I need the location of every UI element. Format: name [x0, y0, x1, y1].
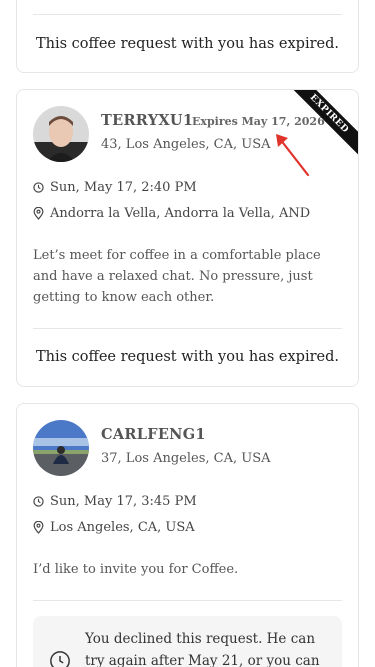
user-meta: 43, Los Angeles, CA, USA: [101, 137, 271, 152]
card-divider: [33, 14, 342, 15]
user-meta: 37, Los Angeles, CA, USA: [101, 451, 271, 466]
card-divider: [33, 600, 342, 601]
location-pin-icon: [33, 521, 44, 534]
avatar[interactable]: [33, 420, 89, 476]
clock-icon: [33, 182, 44, 193]
request-card-expired-1: This coffee request with you has expired…: [16, 0, 359, 73]
meeting-time: Sun, May 17, 2:40 PM: [33, 180, 197, 195]
clock-icon: [33, 496, 44, 507]
meeting-location-label: Andorra la Vella, Andorra la Vella, AND: [50, 206, 311, 221]
username[interactable]: TERRYXU1: [101, 112, 193, 129]
meeting-location-label: Los Angeles, CA, USA: [50, 520, 195, 535]
meeting-location: Los Angeles, CA, USA: [33, 520, 195, 535]
card-divider: [33, 328, 342, 329]
declined-text: You declined this request. He can try ag…: [85, 631, 320, 667]
location-pin-icon: [33, 207, 44, 220]
request-card-carlfeng1[interactable]: CARLFENG1 37, Los Angeles, CA, USA Sun, …: [16, 403, 359, 667]
meeting-time-label: Sun, May 17, 2:40 PM: [50, 180, 197, 195]
request-description: I’d like to invite you for Coffee.: [33, 562, 239, 577]
clock-icon: [50, 651, 70, 667]
username[interactable]: CARLFENG1: [101, 426, 206, 443]
meeting-time: Sun, May 17, 3:45 PM: [33, 494, 197, 509]
avatar[interactable]: [33, 106, 89, 162]
meeting-location: Andorra la Vella, Andorra la Vella, AND: [33, 206, 310, 221]
request-description: Let’s meet for coffee in a comfortable p…: [33, 248, 321, 305]
expired-note: This coffee request with you has expired…: [35, 349, 340, 365]
declined-notice: You declined this request. He can try ag…: [33, 616, 342, 667]
annotation-arrow: [276, 134, 310, 177]
meeting-time-label: Sun, May 17, 3:45 PM: [50, 494, 197, 509]
expired-note: This coffee request with you has expired…: [35, 36, 340, 52]
